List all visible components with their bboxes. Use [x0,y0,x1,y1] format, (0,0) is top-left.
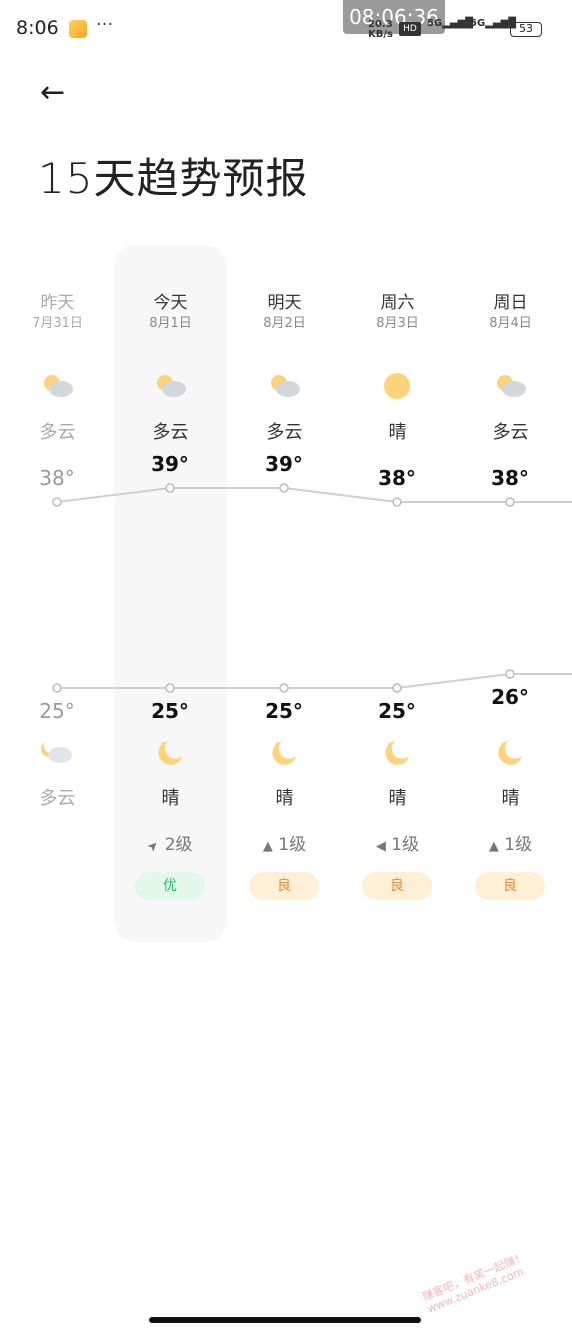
home-indicator[interactable] [149,1317,421,1323]
high-temp-point [52,497,62,507]
high-temp-label: 39° [151,452,189,476]
day-condition: 晴 [388,422,407,443]
wind-info: ◀ 1级 [375,835,420,855]
day-label: 明天 [267,293,302,313]
high-temp-point [279,483,289,493]
low-temp-label: 26° [491,685,529,709]
partly-cloudy-night-icon [39,738,75,764]
aqi-badge[interactable]: 良 [249,872,319,900]
high-temp-label: 39° [265,452,303,476]
low-temp-point [52,683,62,693]
high-temp-label: 38° [378,466,416,490]
day-column[interactable]: 昨天 7月31日 多云 多云 [1,288,114,809]
wind-direction-icon: ▲ [262,839,273,854]
day-label: 昨天 [40,293,75,313]
wind-direction-icon: ◀ [375,839,386,854]
wind-info: ▲ 1级 [262,835,307,855]
low-temp-point [165,683,175,693]
partly-cloudy-icon [39,372,75,398]
high-temp-line [56,487,572,503]
day-condition: 多云 [266,422,303,443]
low-temp-label: 25° [151,699,189,723]
wind-direction-icon: ➤ [144,837,164,856]
temperature-chart [52,483,572,693]
wind-info: ➤ 2级 [144,835,193,856]
low-temp-point [279,683,289,693]
day-label: 周六 [380,293,415,313]
partly-cloudy-icon [492,372,528,398]
low-temp-label: 25° [378,699,416,723]
low-temp-label: 25° [39,699,75,723]
high-temp-label: 38° [491,466,529,490]
high-temp-point [165,483,175,493]
date-label: 8月1日 [149,316,192,331]
night-condition: 多云 [39,788,76,809]
high-temp-point [505,497,515,507]
low-temp-label: 25° [265,699,303,723]
night-condition: 晴 [388,788,407,809]
high-temp-label: 38° [39,466,75,490]
low-temp-point [505,669,515,679]
date-label: 8月4日 [489,316,532,331]
partly-cloudy-icon [266,372,302,398]
day-label: 今天 [153,293,188,313]
day-label: 周日 [493,293,528,313]
aqi-badge[interactable]: 良 [362,872,432,900]
day-column[interactable]: 周日 8月4日 多云 晴 [454,288,567,809]
aqi-badge[interactable]: 优 [135,872,205,900]
aqi-badge[interactable]: 良 [475,872,545,900]
day-condition: 多云 [152,422,189,443]
day-column[interactable]: 周六 8月3日 晴 晴 [341,288,454,809]
moon-icon [492,738,528,765]
moon-icon [379,738,415,765]
wind-info: ▲ 1级 [488,835,533,855]
sunny-icon [379,372,415,399]
date-label: 8月2日 [263,316,306,331]
night-condition: 晴 [275,788,294,809]
day-column[interactable]: 今天 8月1日 多云 晴 [114,288,227,809]
date-label: 7月31日 [32,316,83,331]
date-label: 8月3日 [376,316,419,331]
night-condition: 晴 [161,788,180,809]
high-temp-point [392,497,402,507]
low-temp-point [392,683,402,693]
night-condition: 晴 [501,788,520,809]
wind-direction-icon: ▲ [488,839,499,854]
moon-icon [266,738,302,765]
partly-cloudy-icon [152,372,188,398]
moon-icon [152,738,188,765]
day-condition: 多云 [39,422,76,443]
day-condition: 多云 [492,422,529,443]
day-column[interactable]: 明天 8月2日 多云 晴 [228,288,341,809]
